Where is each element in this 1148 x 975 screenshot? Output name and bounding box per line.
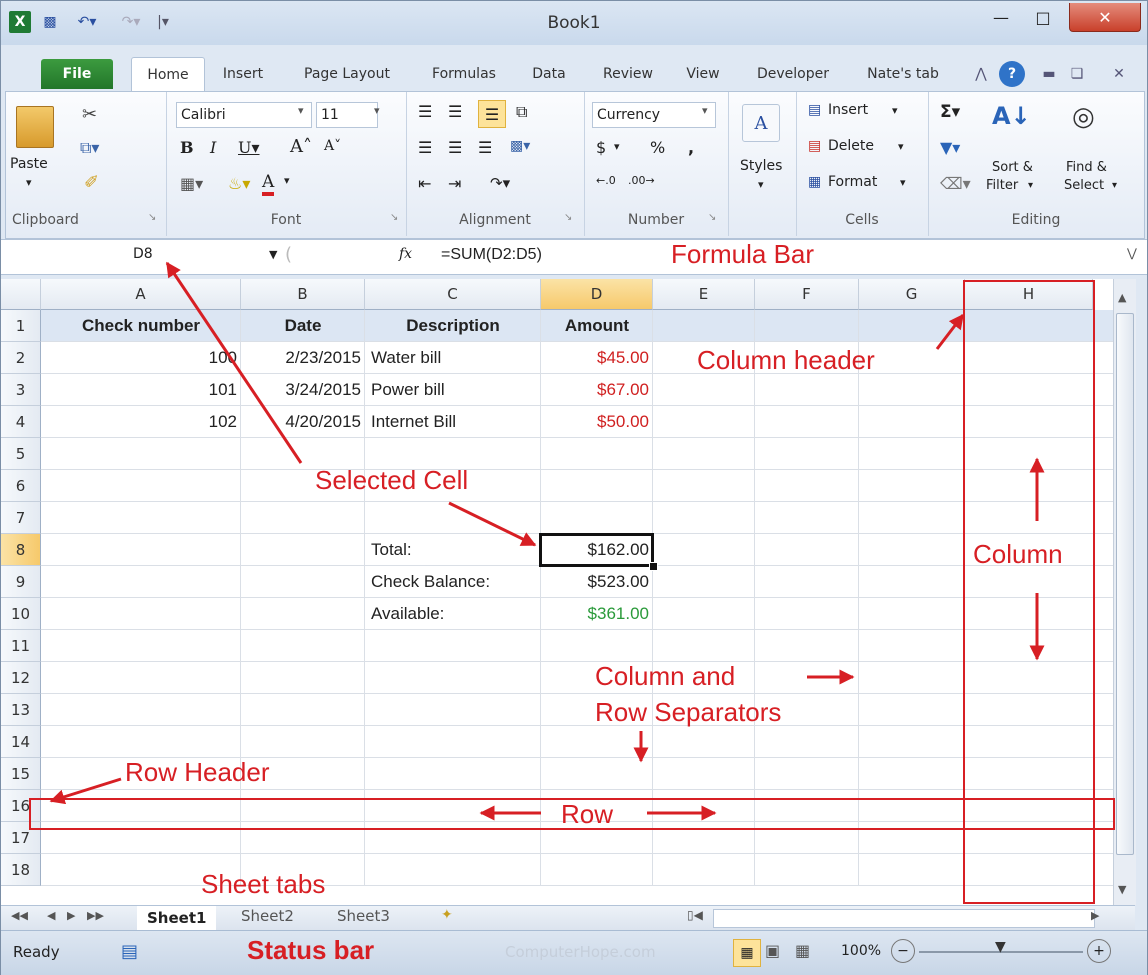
arrow-to-column-header [935,313,965,350]
excel-window: X ▩ ↶▾ ↷▾ |▾ Book1 — □ ✕ File Home Inser… [0,0,1148,975]
arrow-to-row-header [49,777,122,805]
arrow-to-name-box [165,261,303,464]
annotation-arrows [49,261,1045,821]
arrow-to-selected-cell [448,501,537,547]
